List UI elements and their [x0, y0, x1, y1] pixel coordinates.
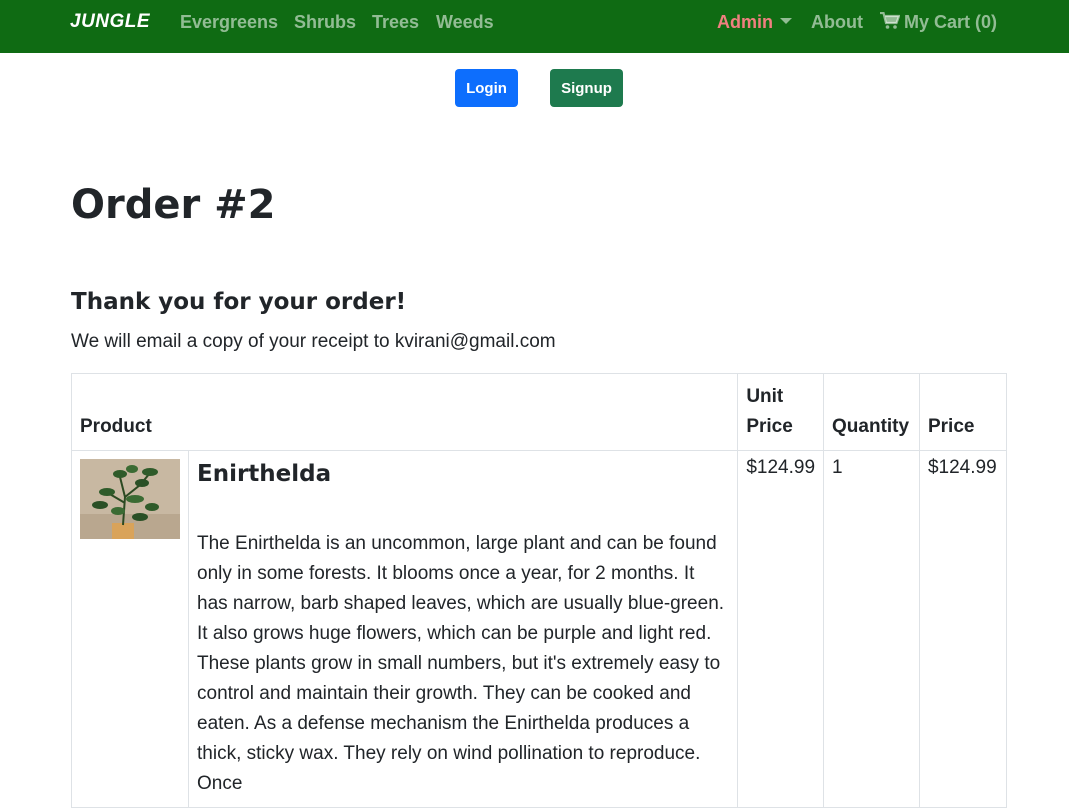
nav-cart[interactable]: My Cart (0)	[880, 12, 997, 33]
product-details-cell: Enirthelda The Enirthelda is an uncommon…	[187, 450, 739, 808]
caret-down-icon	[780, 18, 792, 24]
header-unit-price: Unit Price	[737, 373, 825, 451]
signup-button[interactable]: Signup	[550, 69, 623, 107]
thank-you-heading: Thank you for your order!	[71, 289, 407, 315]
product-name: Enirthelda	[197, 461, 332, 487]
header-price: Price	[918, 373, 1008, 451]
product-image	[80, 459, 180, 539]
product-description: The Enirthelda is an uncommon, large pla…	[197, 533, 725, 794]
quantity-value: 1	[832, 457, 843, 478]
email-note: We will email a copy of your receipt to …	[71, 331, 556, 352]
nav-shrubs[interactable]: Shrubs	[294, 12, 356, 33]
unit-price-cell: $124.99	[737, 450, 825, 808]
nav-weeds[interactable]: Weeds	[436, 12, 494, 33]
cart-icon	[880, 12, 900, 29]
login-button[interactable]: Login	[455, 69, 518, 107]
product-image-cell	[71, 450, 189, 808]
header-quantity: Quantity	[823, 373, 920, 451]
table-row: Enirthelda The Enirthelda is an uncommon…	[71, 450, 1008, 808]
brand-logo[interactable]: JUNGLE	[70, 11, 150, 33]
table-header-row: Product Unit Price Quantity Price	[70, 373, 1008, 451]
order-table: Product Unit Price Quantity Price Enirth…	[70, 373, 1008, 808]
navbar: JUNGLE Evergreens Shrubs Trees Weeds Adm…	[0, 0, 1069, 53]
quantity-cell: 1	[823, 450, 920, 808]
header-product: Product	[70, 373, 739, 451]
nav-trees[interactable]: Trees	[372, 12, 419, 33]
nav-admin-dropdown[interactable]: Admin	[717, 12, 792, 33]
price-cell: $124.99	[918, 450, 1008, 808]
price-value: $124.99	[927, 457, 997, 478]
nav-admin-label: Admin	[717, 12, 773, 32]
unit-price-value: $124.99	[746, 457, 816, 478]
nav-evergreens[interactable]: Evergreens	[180, 12, 278, 33]
page-title: Order #2	[71, 182, 276, 228]
nav-cart-label: My Cart (0)	[904, 12, 998, 32]
nav-about[interactable]: About	[811, 12, 863, 33]
